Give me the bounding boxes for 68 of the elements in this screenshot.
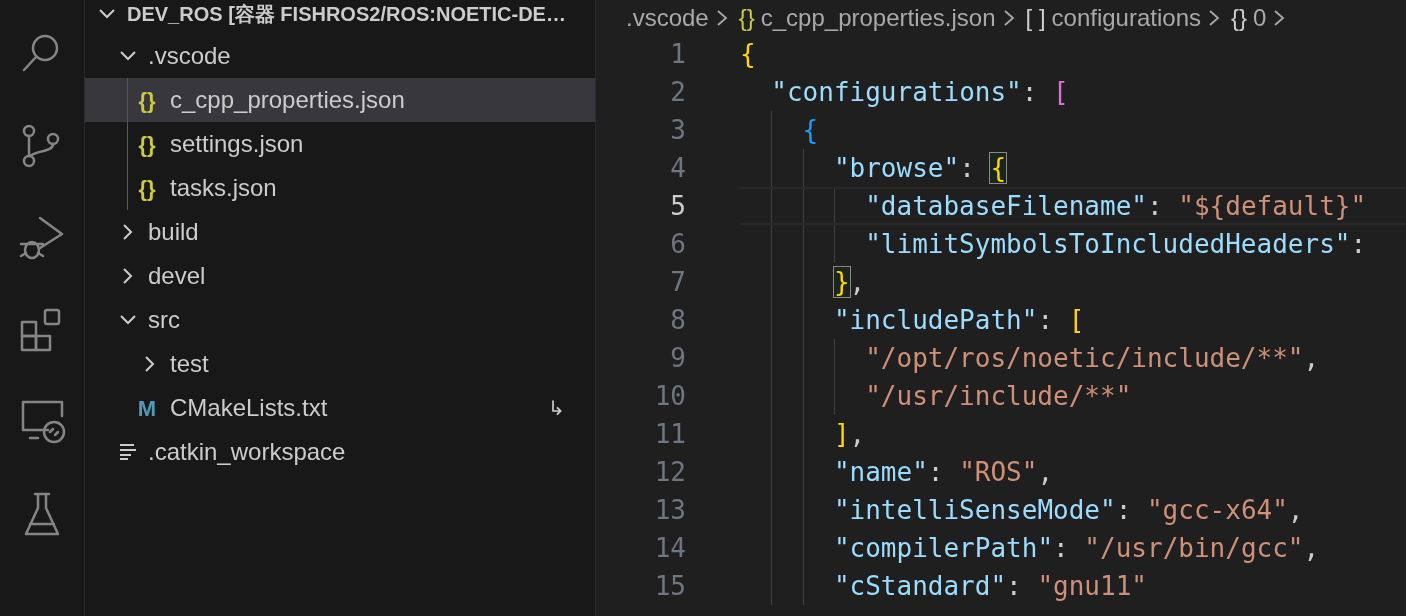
folder-item[interactable]: .vscode [85, 34, 595, 78]
file-item[interactable]: {} c_cpp_properties.json [85, 78, 595, 122]
line-number: 9 [669, 341, 686, 375]
line-number: 15 [653, 569, 686, 603]
line-number: 5 [669, 189, 686, 223]
item-label: .vscode [148, 41, 231, 71]
line-number: 3 [669, 113, 686, 147]
file-type-icon: {} [134, 171, 160, 205]
line-number: 11 [653, 417, 686, 451]
folder-item[interactable]: test [85, 342, 595, 386]
line-number: 7 [669, 265, 686, 299]
code-line: "compilerPath": "/usr/bin/gcc", [833, 531, 1320, 565]
explorer-root-header[interactable]: DEV_ROS [容器 FISHROS2/ROS:NOETIC-DE… [85, 0, 595, 28]
item-label: build [148, 217, 199, 247]
chevron-right-icon [1207, 7, 1221, 28]
debug-icon[interactable] [18, 214, 66, 262]
item-label: CMakeLists.txt [170, 393, 328, 423]
code-line: }, [833, 265, 866, 299]
item-label: tasks.json [170, 173, 277, 203]
breadcrumb-item[interactable]: configurations [1051, 0, 1201, 36]
file-item[interactable]: .catkin_workspace [85, 430, 595, 474]
file-item[interactable]: M CMakeLists.txt ↳ [85, 386, 595, 430]
breadcrumb-item[interactable]: .vscode [626, 0, 709, 36]
file-type-icon: {} [134, 83, 160, 117]
symbol-icon: [ ] [1025, 0, 1046, 36]
code-line: "configurations": [ [771, 75, 1069, 109]
code-line: "/opt/ros/noetic/include/**", [865, 341, 1320, 375]
code-line: "databaseFilename": "${default}" [865, 189, 1367, 223]
item-label: settings.json [170, 129, 304, 159]
item-label: .catkin_workspace [148, 437, 346, 467]
line-number: 13 [653, 493, 686, 527]
file-item[interactable]: {} settings.json [85, 122, 595, 166]
code-line: "browse": { [833, 151, 1007, 185]
line-number: 2 [669, 75, 686, 109]
file-item[interactable]: {} tasks.json [85, 166, 595, 210]
folder-item[interactable]: build [85, 210, 595, 254]
symbol-icon: {} [738, 0, 755, 36]
line-number: 1 [669, 37, 686, 71]
code-line: "name": "ROS", [833, 455, 1054, 489]
line-number: 10 [653, 379, 686, 413]
code-line: "cStandard": "gnu11" [833, 569, 1147, 603]
line-number: 8 [669, 303, 686, 337]
file-type-icon: M [134, 391, 160, 425]
item-label: test [170, 349, 209, 379]
code-line: "/usr/include/**" [865, 379, 1132, 413]
folder-item[interactable]: devel [85, 254, 595, 298]
line-number: 4 [669, 151, 686, 185]
breadcrumb-item[interactable]: c_cpp_properties.json [760, 0, 996, 36]
symbol-icon: {} [1231, 0, 1248, 36]
file-type-icon: {} [134, 127, 160, 161]
code-line: "intelliSenseMode": "gcc-x64", [833, 493, 1304, 527]
item-label: src [148, 305, 180, 335]
workspace-title: DEV_ROS [容器 FISHROS2/ROS:NOETIC-DE… [127, 2, 566, 27]
code-line: { [802, 113, 819, 147]
code-line: { [740, 37, 756, 71]
breadcrumb-item[interactable]: 0 [1253, 0, 1267, 36]
folder-item[interactable]: src [85, 298, 595, 342]
line-number: 12 [653, 455, 686, 489]
code-line: ], [833, 417, 866, 451]
item-label: devel [148, 261, 206, 291]
item-label: c_cpp_properties.json [170, 85, 405, 115]
code-line: "limitSymbolsToIncludedHeaders": [865, 227, 1367, 261]
line-number: 14 [653, 531, 686, 565]
chevron-right-icon [1272, 7, 1287, 28]
line-number: 6 [669, 227, 686, 261]
code-line: "includePath": [ [833, 303, 1085, 337]
text-lines-icon [118, 442, 138, 462]
symlink-mark: ↳ [548, 396, 565, 421]
